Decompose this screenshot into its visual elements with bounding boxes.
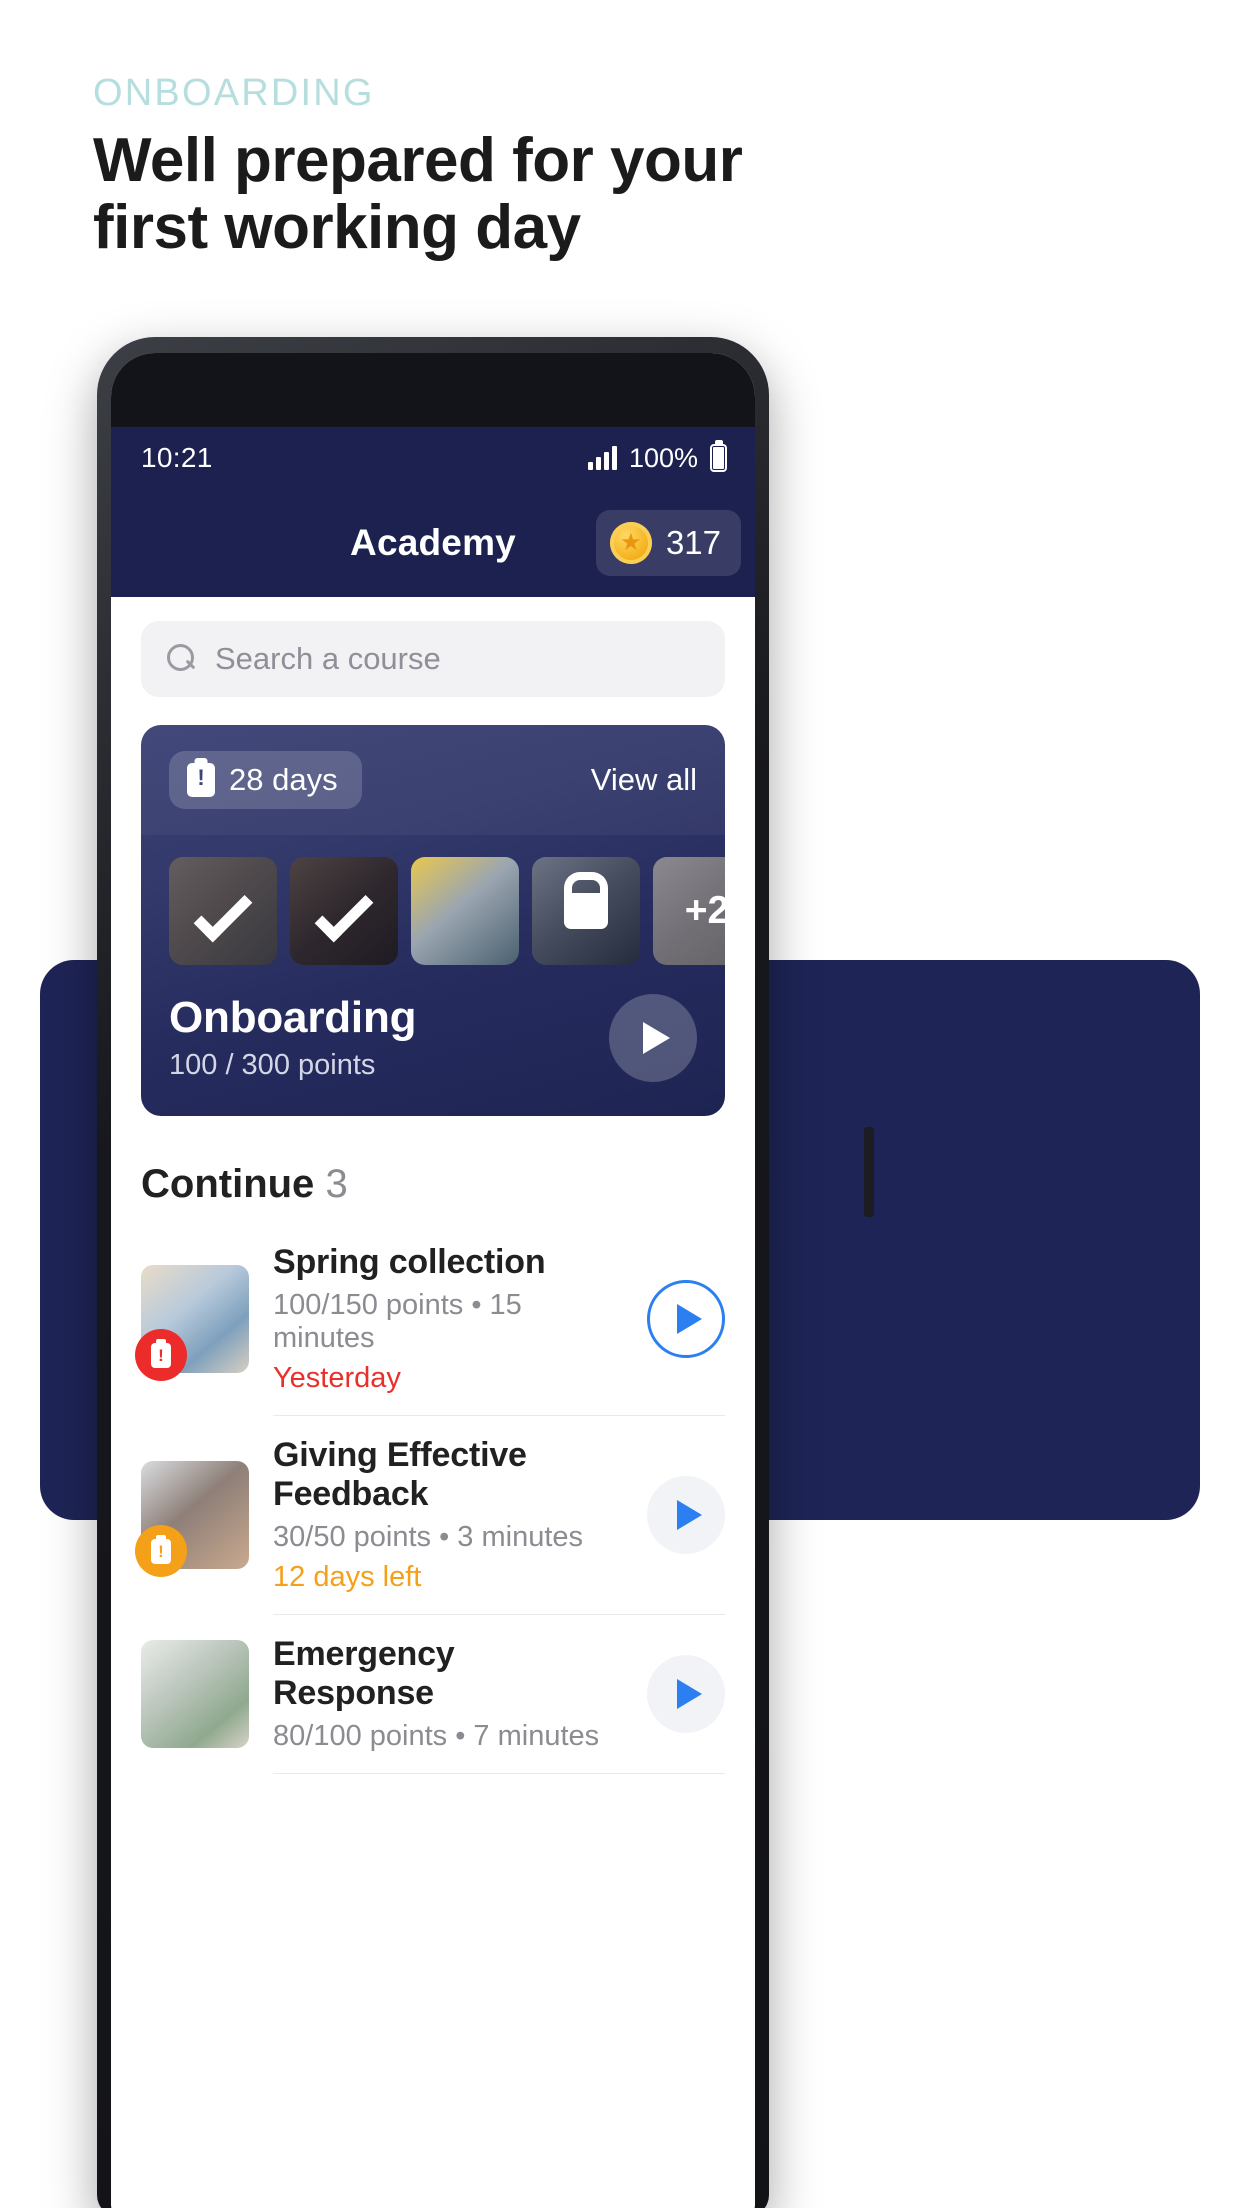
- course-title: Giving Effective Feedback: [273, 1436, 527, 1513]
- side-button-right[interactable]: [864, 1127, 874, 1217]
- search-icon: [167, 644, 197, 674]
- course-title: Emergency Response: [273, 1635, 455, 1712]
- notch: [111, 353, 755, 427]
- days-remaining-label: 28 days: [229, 762, 338, 797]
- thumbnail-more[interactable]: +2: [653, 857, 725, 965]
- course-meta: 80/100 points • 7 minutes: [273, 1720, 600, 1752]
- list-item[interactable]: Giving Effective Feedback 30/50 points •…: [135, 1416, 725, 1614]
- battery-percent-label: 100%: [628, 442, 698, 473]
- thumbnail-completed-1[interactable]: [169, 857, 277, 965]
- phone-screen: 10:21 100% Academy ★ 317 Search a course: [111, 353, 755, 2208]
- course-due: 12 days left: [273, 1561, 422, 1593]
- play-icon: [677, 1679, 702, 1709]
- onboarding-card-header: 28 days View all: [141, 725, 725, 835]
- onboarding-card-footer: Onboarding 100 / 300 points: [141, 971, 725, 1116]
- clipboard-alert-icon: [135, 1329, 187, 1381]
- course-title: Spring collection: [273, 1243, 546, 1281]
- list-item[interactable]: Emergency Response 80/100 points • 7 min…: [141, 1615, 725, 1773]
- play-icon: [677, 1500, 702, 1530]
- course-info: Giving Effective Feedback 30/50 points •…: [273, 1436, 623, 1594]
- star-coin-icon: ★: [609, 522, 652, 564]
- search-input[interactable]: Search a course: [141, 621, 725, 697]
- course-info: Spring collection 100/150 points • 15 mi…: [273, 1243, 623, 1395]
- list-item[interactable]: Spring collection 100/150 points • 15 mi…: [135, 1223, 725, 1415]
- continue-count: 3: [325, 1162, 348, 1206]
- course-play-button[interactable]: [647, 1476, 725, 1554]
- search-placeholder: Search a course: [215, 641, 441, 676]
- course-thumbnail: [141, 1640, 249, 1748]
- app-bar: Academy ★ 317: [111, 489, 755, 597]
- status-bar: 10:21 100%: [111, 427, 755, 489]
- app-body: Search a course 28 days View all: [111, 621, 755, 1774]
- list-divider: [273, 1773, 725, 1774]
- clipboard-alert-icon: [187, 763, 215, 797]
- battery-full-icon: [710, 444, 727, 472]
- status-time: 10:21: [141, 442, 213, 473]
- points-value: 317: [665, 524, 721, 561]
- course-thumbnail: [135, 1265, 249, 1381]
- onboarding-thumbnail-strip: +2: [141, 835, 725, 971]
- thumbnail-locked[interactable]: [532, 857, 640, 965]
- continue-list: Spring collection 100/150 points • 15 mi…: [135, 1223, 725, 1774]
- course-thumbnail: [135, 1461, 249, 1577]
- status-indicators: 100%: [587, 442, 727, 474]
- screenshot-root: ONBOARDING Well prepared for your first …: [0, 0, 1242, 2208]
- days-remaining-chip: 28 days: [169, 751, 362, 809]
- more-count-label: +2: [684, 889, 725, 932]
- continue-section-title: Continue 3: [141, 1162, 725, 1207]
- onboarding-points: 100 / 300 points: [169, 1049, 376, 1081]
- app-title: Academy: [350, 522, 516, 563]
- continue-label: Continue: [141, 1162, 315, 1206]
- thumbnail-completed-2[interactable]: [290, 857, 398, 965]
- lock-icon: [564, 893, 608, 929]
- course-play-button[interactable]: [647, 1280, 725, 1358]
- course-due: Yesterday: [273, 1362, 401, 1394]
- view-all-link[interactable]: View all: [591, 762, 697, 798]
- signal-bars-icon: [587, 446, 617, 470]
- course-info: Emergency Response 80/100 points • 7 min…: [273, 1635, 623, 1753]
- onboarding-play-button[interactable]: [609, 993, 697, 1082]
- course-meta: 100/150 points • 15 minutes: [273, 1289, 522, 1354]
- onboarding-card-text: Onboarding 100 / 300 points: [169, 993, 417, 1082]
- play-icon: [643, 1021, 670, 1054]
- page-title: Well prepared for your first working day: [93, 126, 743, 262]
- course-play-button[interactable]: [647, 1655, 725, 1733]
- onboarding-title: Onboarding: [169, 993, 417, 1042]
- phone-mockup: 10:21 100% Academy ★ 317 Search a course: [97, 337, 874, 2208]
- eyebrow-label: ONBOARDING: [93, 72, 375, 114]
- points-badge[interactable]: ★ 317: [595, 510, 741, 576]
- thumbnail-available[interactable]: [411, 857, 519, 965]
- course-meta: 30/50 points • 3 minutes: [273, 1521, 584, 1553]
- onboarding-card[interactable]: 28 days View all: [141, 725, 725, 1116]
- clipboard-alert-icon: [135, 1525, 187, 1577]
- play-icon: [677, 1304, 702, 1334]
